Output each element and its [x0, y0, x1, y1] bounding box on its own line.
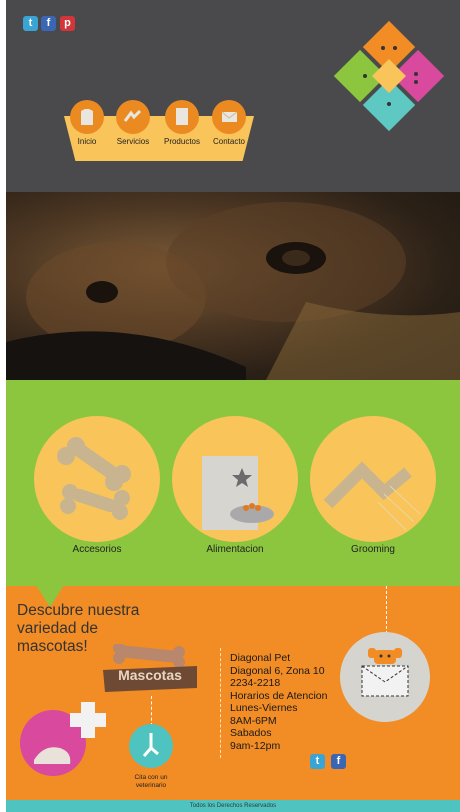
vet-label-line: Cita con un — [134, 774, 168, 781]
nav-label: Productos — [163, 137, 201, 146]
headline-line: variedad de — [17, 620, 99, 637]
footer: Todos los Derechos Reservados — [6, 800, 460, 812]
nav-label: Inicio — [77, 137, 97, 146]
info-line: 2234-2218 — [230, 677, 281, 689]
scissors-icon — [116, 100, 150, 134]
service-grooming[interactable] — [310, 416, 436, 542]
logo-icon[interactable] — [331, 18, 447, 134]
shirt-icon — [70, 100, 104, 134]
hanger-line — [151, 696, 153, 726]
service-accesorios[interactable] — [34, 416, 160, 542]
sign-label: Mascotas — [118, 667, 182, 683]
service-label: Accesorios — [72, 544, 122, 555]
nav-servicios[interactable]: Servicios — [108, 100, 158, 146]
info-line: Diagonal 6, Zona 10 — [230, 664, 325, 677]
services-section: Accesorios Alimentacion Grooming — [6, 380, 460, 586]
twitter-icon[interactable]: t — [23, 16, 38, 31]
service-label: Alimentacion — [206, 544, 264, 555]
headline-line: Descubre nuestra — [17, 602, 140, 619]
footer-text: Todos los Derechos Reservados — [189, 803, 277, 809]
food-bag-icon — [202, 456, 274, 530]
bone-icon — [57, 437, 131, 520]
nav-inicio[interactable]: Inicio — [62, 100, 112, 146]
header: t f p Inicio Servicios Productos Contact… — [6, 0, 460, 192]
envelope-icon — [212, 100, 246, 134]
mail-circle[interactable] — [340, 632, 430, 722]
service-alimentacion[interactable] — [172, 416, 298, 542]
vet-label-line: veterinario — [135, 782, 167, 789]
facebook-icon[interactable]: f — [41, 16, 56, 31]
info-line: Sabados — [230, 727, 272, 739]
comb-icon — [323, 461, 421, 531]
pinterest-icon[interactable]: p — [60, 16, 75, 31]
facebook-icon[interactable]: f — [331, 754, 346, 769]
contact-section: Descubre nuestra variedad de mascotas! M… — [6, 585, 460, 800]
info-line: Diagonal Pet — [230, 652, 291, 664]
twitter-icon[interactable]: t — [310, 754, 325, 769]
info-line: Horarios de Atencion — [230, 689, 328, 702]
info-line: 9am-12pm — [230, 739, 281, 752]
info-divider — [220, 648, 222, 758]
hanger-line — [386, 586, 388, 634]
dog-mail-icon — [361, 648, 409, 697]
hero-image — [6, 192, 460, 380]
plus-icon — [70, 702, 106, 738]
info-line: Lunes-Viernes — [230, 702, 298, 714]
nav-productos[interactable]: Productos — [157, 100, 207, 146]
nav-label: Contacto — [212, 137, 246, 146]
bag-icon — [165, 100, 199, 134]
dog-eyes-photo — [6, 202, 460, 380]
nav-contacto[interactable]: Contacto — [204, 100, 254, 146]
clock-icon — [142, 733, 159, 757]
mascotas-sign[interactable]: Mascotas — [101, 642, 199, 694]
vet-appointment-circle[interactable] — [129, 724, 173, 768]
contact-info: Diagonal Pet Diagonal 6, Zona 10 2234-22… — [230, 652, 327, 752]
info-line: 8AM-6PM — [230, 714, 277, 727]
vet-label: Cita con un veterinario — [122, 774, 180, 790]
nav-label: Servicios — [116, 137, 150, 146]
service-label: Grooming — [351, 544, 395, 555]
